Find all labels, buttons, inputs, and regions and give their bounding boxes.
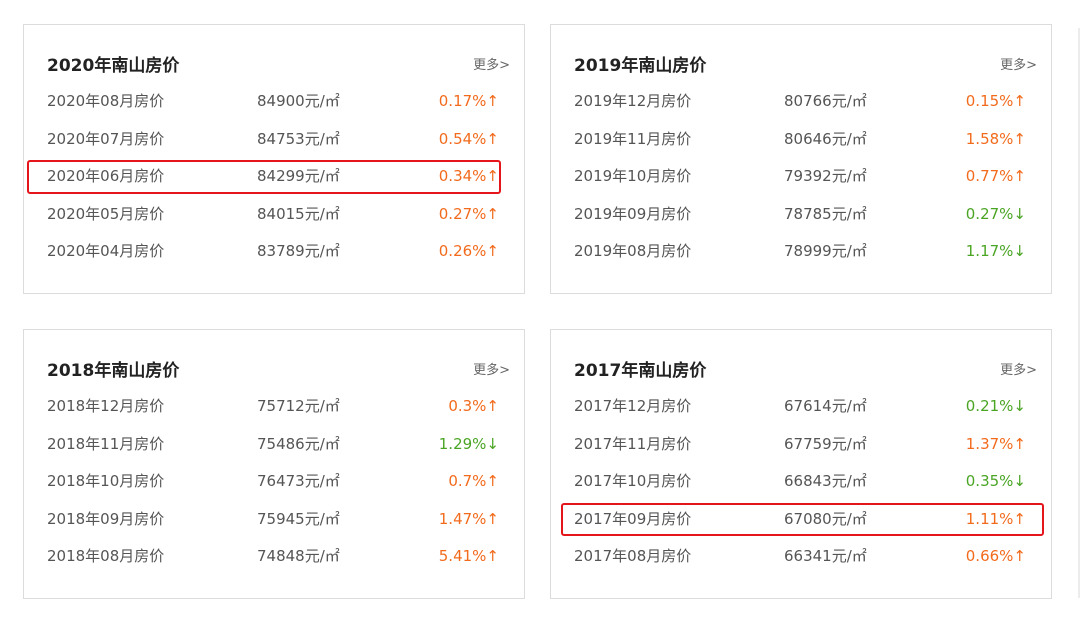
price-value: 67614元/㎡ (784, 397, 867, 415)
change-value: 1.17%↓ (965, 242, 1026, 260)
price-value: 75486元/㎡ (257, 434, 340, 453)
price-value: 80766元/㎡ (784, 92, 867, 110)
price-value: 76473元/㎡ (257, 472, 340, 490)
change-value: 0.15%↑ (965, 92, 1026, 110)
change-value: 1.47%↑ (438, 509, 499, 528)
month-label: 2019年08月房价 (574, 242, 692, 260)
price-value: 75712元/㎡ (257, 397, 340, 415)
card-title: 2020年南山房价 (47, 56, 180, 76)
change-value: 0.21%↓ (965, 397, 1026, 415)
month-label: 2017年10月房价 (574, 472, 692, 490)
change-value: 1.58%↑ (965, 129, 1026, 148)
change-value: 1.29%↓ (438, 434, 499, 453)
price-list: 2018年12月房价 75712元/㎡ 0.3%↑ 2018年11月房价 754… (24, 388, 524, 576)
change-value: 0.77%↑ (965, 167, 1026, 185)
month-label: 2018年08月房价 (47, 547, 165, 565)
change-value: 5.41%↑ (438, 547, 499, 565)
change-value: 0.34%↑ (438, 167, 499, 185)
price-list: 2019年12月房价 80766元/㎡ 0.15%↑ 2019年11月房价 80… (551, 83, 1051, 271)
change-value: 0.27%↓ (965, 204, 1026, 223)
change-value: 1.11%↑ (965, 509, 1026, 528)
list-item[interactable]: 2018年12月房价 75712元/㎡ 0.3%↑ (24, 388, 524, 426)
month-label: 2020年06月房价 (47, 167, 165, 185)
list-item[interactable]: 2017年08月房价 66341元/㎡ 0.66%↑ (551, 538, 1051, 576)
month-label: 2017年08月房价 (574, 547, 692, 565)
list-item[interactable]: 2019年09月房价 78785元/㎡ 0.27%↓ (551, 196, 1051, 234)
price-list: 2017年12月房价 67614元/㎡ 0.21%↓ 2017年11月房价 67… (551, 388, 1051, 576)
change-value: 0.7%↑ (448, 472, 499, 490)
price-card-2019: 2019年南山房价 更多> 2019年12月房价 80766元/㎡ 0.15%↑… (550, 24, 1052, 294)
price-value: 74848元/㎡ (257, 547, 340, 565)
price-value: 84753元/㎡ (257, 129, 340, 148)
list-item[interactable]: 2019年10月房价 79392元/㎡ 0.77%↑ (551, 158, 1051, 196)
change-value: 0.35%↓ (965, 472, 1026, 490)
list-item-highlighted[interactable]: 2017年09月房价 67080元/㎡ 1.11%↑ (551, 501, 1051, 539)
more-link[interactable]: 更多> (473, 359, 510, 378)
month-label: 2018年11月房价 (47, 434, 165, 453)
list-item[interactable]: 2019年08月房价 78999元/㎡ 1.17%↓ (551, 233, 1051, 271)
list-item[interactable]: 2019年12月房价 80766元/㎡ 0.15%↑ (551, 83, 1051, 121)
price-card-2020: 2020年南山房价 更多> 2020年08月房价 84900元/㎡ 0.17%↑… (23, 24, 525, 294)
list-item[interactable]: 2019年11月房价 80646元/㎡ 1.58%↑ (551, 121, 1051, 159)
change-value: 1.37%↑ (965, 434, 1026, 453)
month-label: 2019年11月房价 (574, 129, 692, 148)
price-list: 2020年08月房价 84900元/㎡ 0.17%↑ 2020年07月房价 84… (24, 83, 524, 271)
price-value: 78999元/㎡ (784, 242, 867, 260)
list-item[interactable]: 2020年08月房价 84900元/㎡ 0.17%↑ (24, 83, 524, 121)
price-value: 67759元/㎡ (784, 434, 867, 453)
change-value: 0.54%↑ (438, 129, 499, 148)
month-label: 2020年05月房价 (47, 204, 165, 223)
list-item[interactable]: 2018年09月房价 75945元/㎡ 1.47%↑ (24, 501, 524, 539)
month-label: 2020年07月房价 (47, 129, 165, 148)
month-label: 2019年09月房价 (574, 204, 692, 223)
price-value: 66341元/㎡ (784, 547, 867, 565)
change-value: 0.27%↑ (438, 204, 499, 223)
list-item[interactable]: 2018年10月房价 76473元/㎡ 0.7%↑ (24, 463, 524, 501)
list-item[interactable]: 2017年11月房价 67759元/㎡ 1.37%↑ (551, 426, 1051, 464)
price-value: 75945元/㎡ (257, 509, 340, 528)
price-card-2017: 2017年南山房价 更多> 2017年12月房价 67614元/㎡ 0.21%↓… (550, 329, 1052, 599)
change-value: 0.26%↑ (438, 242, 499, 260)
more-link[interactable]: 更多> (473, 54, 510, 73)
change-value: 0.66%↑ (965, 547, 1026, 565)
month-label: 2019年12月房价 (574, 92, 692, 110)
month-label: 2019年10月房价 (574, 167, 692, 185)
month-label: 2017年09月房价 (574, 509, 692, 528)
month-label: 2020年08月房价 (47, 92, 165, 110)
list-item[interactable]: 2020年04月房价 83789元/㎡ 0.26%↑ (24, 233, 524, 271)
month-label: 2018年09月房价 (47, 509, 165, 528)
list-item[interactable]: 2018年08月房价 74848元/㎡ 5.41%↑ (24, 538, 524, 576)
list-item[interactable]: 2017年10月房价 66843元/㎡ 0.35%↓ (551, 463, 1051, 501)
month-label: 2017年12月房价 (574, 397, 692, 415)
list-item-highlighted[interactable]: 2020年06月房价 84299元/㎡ 0.34%↑ (24, 158, 524, 196)
change-value: 0.3%↑ (448, 397, 499, 415)
month-label: 2020年04月房价 (47, 242, 165, 260)
more-link[interactable]: 更多> (1000, 359, 1037, 378)
price-value: 78785元/㎡ (784, 204, 867, 223)
price-value: 79392元/㎡ (784, 167, 867, 185)
list-item[interactable]: 2020年07月房价 84753元/㎡ 0.54%↑ (24, 121, 524, 159)
price-value: 84900元/㎡ (257, 92, 340, 110)
month-label: 2018年12月房价 (47, 397, 165, 415)
price-value: 66843元/㎡ (784, 472, 867, 490)
price-card-2018: 2018年南山房价 更多> 2018年12月房价 75712元/㎡ 0.3%↑ … (23, 329, 525, 599)
card-title: 2018年南山房价 (47, 361, 180, 381)
more-link[interactable]: 更多> (1000, 54, 1037, 73)
price-value: 84299元/㎡ (257, 167, 340, 185)
card-title: 2017年南山房价 (574, 361, 707, 381)
month-label: 2018年10月房价 (47, 472, 165, 490)
price-value: 80646元/㎡ (784, 129, 867, 148)
list-item[interactable]: 2018年11月房价 75486元/㎡ 1.29%↓ (24, 426, 524, 464)
card-title: 2019年南山房价 (574, 56, 707, 76)
month-label: 2017年11月房价 (574, 434, 692, 453)
price-value: 83789元/㎡ (257, 242, 340, 260)
list-item[interactable]: 2017年12月房价 67614元/㎡ 0.21%↓ (551, 388, 1051, 426)
price-value: 84015元/㎡ (257, 204, 340, 223)
change-value: 0.17%↑ (438, 92, 499, 110)
list-item[interactable]: 2020年05月房价 84015元/㎡ 0.27%↑ (24, 196, 524, 234)
price-value: 67080元/㎡ (784, 509, 867, 528)
